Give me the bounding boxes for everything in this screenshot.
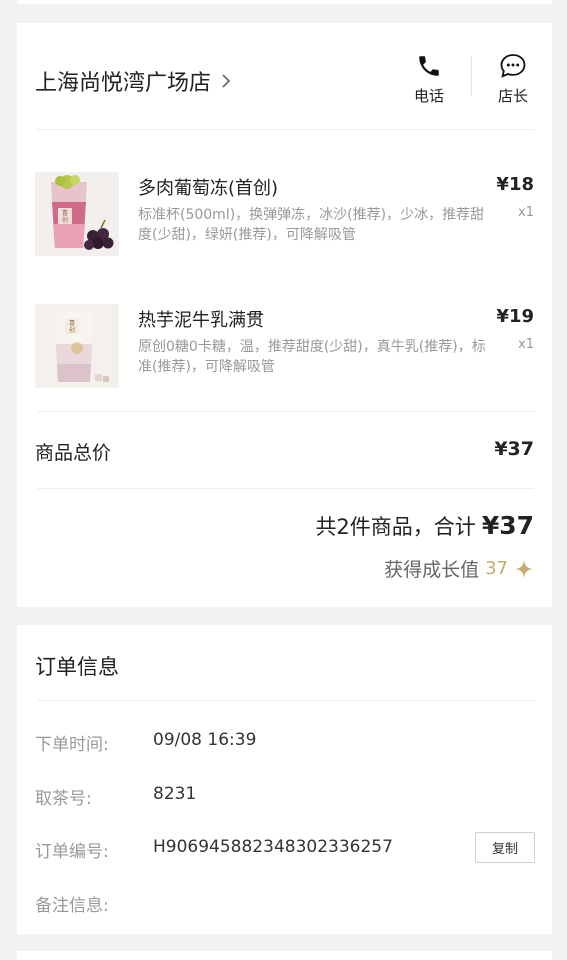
taro-milk-drink-image: 喜 创 xyxy=(35,304,119,388)
order-time-label: 下单时间: xyxy=(35,735,109,755)
note-label: 备注信息: xyxy=(35,896,109,916)
svg-text:喜: 喜 xyxy=(69,319,75,327)
order-time-value: 09/08 16:39 xyxy=(153,730,257,750)
pickup-number-value: 8231 xyxy=(153,784,197,804)
phone-label: 电话 xyxy=(413,87,444,105)
chat-bubble-icon xyxy=(500,54,526,78)
order-item: 喜 创 多肉葡萄冻(首创) 标准杯(500ml)，换弹弹冻，冰沙(推荐)，少冰，… xyxy=(35,172,534,262)
divider xyxy=(37,488,534,489)
item-spec: 原创0糖0卡糖，温，推荐甜度(少甜)，真牛乳(推荐)，标准(推荐)，可降解吸管 xyxy=(138,339,486,375)
growth-points: 获得成长值 37 xyxy=(384,555,534,582)
call-store-button[interactable]: 电话 xyxy=(399,51,459,106)
item-spec: 标准杯(500ml)，换弹弹冻，冰沙(推荐)，少冰，推荐甜度(少甜)，绿妍(推荐… xyxy=(138,207,485,243)
chevron-right-icon xyxy=(222,74,231,88)
grape-drink-image: 喜 创 xyxy=(35,172,119,256)
manager-label: 店长 xyxy=(497,87,528,105)
copy-order-number-button[interactable]: 复制 xyxy=(475,832,535,863)
store-name-link[interactable]: 上海尚悦湾广场店 xyxy=(35,65,231,97)
growth-label: 获得成长值 xyxy=(384,559,480,581)
order-item: 喜 创 热芋泥牛乳满贯 原创0糖0卡糖，温，推荐甜度(少甜)，真牛乳(推荐)，标… xyxy=(35,304,534,394)
item-name: 热芋泥牛乳满贯 xyxy=(138,310,264,331)
order-info-title: 订单信息 xyxy=(35,655,119,679)
item-quantity: x1 xyxy=(518,337,534,352)
summary-amount: ¥37 xyxy=(481,511,534,540)
item-price: ¥19 xyxy=(496,306,534,327)
item-price: ¥18 xyxy=(496,174,534,195)
order-number-value: H906945882348302336257 xyxy=(153,837,393,857)
sparkle-icon xyxy=(515,559,533,578)
svg-text:创: 创 xyxy=(69,326,75,334)
subtotal-value: ¥37 xyxy=(494,438,534,460)
store-name: 上海尚悦湾广场店 xyxy=(35,71,212,96)
store-order-card: 上海尚悦湾广场店 电话 店长 喜 创 多肉葡萄冻(首创) 标准杯(500ml)，… xyxy=(17,23,552,607)
contact-manager-button[interactable]: 店长 xyxy=(483,51,543,106)
svg-text:喜: 喜 xyxy=(62,209,68,217)
action-divider xyxy=(471,56,472,96)
summary-text: 共2件商品，合计 xyxy=(315,515,476,539)
growth-value: 37 xyxy=(485,558,508,579)
divider xyxy=(37,129,534,130)
previous-card xyxy=(17,0,552,4)
order-info-card: 订单信息 下单时间: 09/08 16:39 取茶号: 8231 订单编号: H… xyxy=(17,625,552,934)
phone-icon xyxy=(419,56,439,76)
divider xyxy=(37,411,534,412)
next-card xyxy=(17,951,552,960)
svg-text:创: 创 xyxy=(62,216,68,224)
order-number-label: 订单编号: xyxy=(35,842,109,862)
divider xyxy=(37,700,534,701)
item-name: 多肉葡萄冻(首创) xyxy=(138,178,279,199)
item-quantity: x1 xyxy=(518,205,534,220)
pickup-number-label: 取茶号: xyxy=(35,789,92,809)
subtotal-label: 商品总价 xyxy=(35,442,112,464)
order-summary: 共2件商品，合计 ¥37 xyxy=(315,511,534,541)
